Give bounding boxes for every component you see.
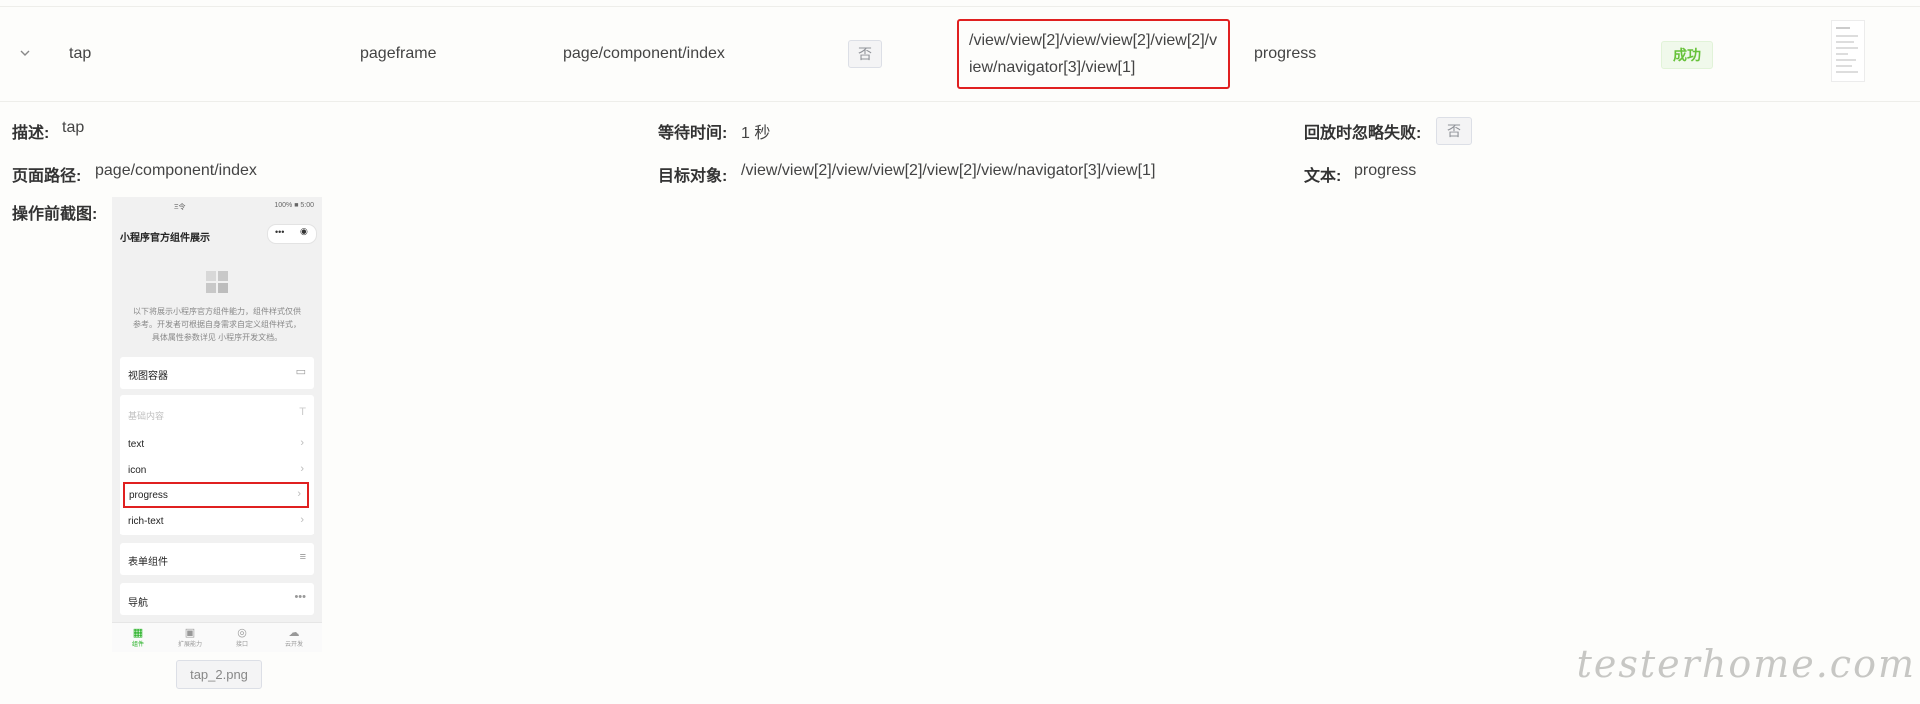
screenshot-label: 操作前截图: — [12, 206, 98, 223]
chevron-right-icon: › — [300, 514, 304, 526]
chevron-down-icon[interactable] — [18, 46, 32, 60]
chevron-right-icon: › — [300, 463, 304, 475]
row-text: progress — [1254, 45, 1317, 62]
phone-status-right: 100% ■ 5:00 — [274, 202, 314, 209]
cloud-icon: ☁ — [288, 627, 300, 639]
dots-icon: ••• — [294, 591, 306, 603]
phone-capsule: ••• ◉ — [267, 224, 317, 244]
grid-icon: ▦ — [132, 627, 144, 639]
card-nav-label: 导航 — [128, 598, 148, 609]
row-screenshot-thumbnail[interactable] — [1831, 20, 1865, 82]
phone-tab: ▣ 扩展能力 — [164, 627, 216, 648]
list-item: icon › — [120, 459, 314, 483]
list-item-label: icon — [128, 465, 147, 476]
page-path-value: page/component/index — [95, 162, 257, 179]
phone-tab: ▦ 组件 — [112, 627, 164, 648]
more-icon: ••• — [275, 227, 285, 237]
menu-lines-icon: ≡ — [299, 551, 306, 563]
target-value: /view/view[2]/view/view[2]/view[2]/view/… — [741, 162, 1156, 179]
close-icon: ◉ — [300, 226, 308, 236]
text-t-icon: T — [299, 406, 306, 418]
wait-time-label: 等待时间: — [658, 125, 728, 142]
component-logo-icon — [206, 271, 230, 295]
phone-tabbar: ▦ 组件 ▣ 扩展能力 ◎ 接口 ☁ 云开发 — [112, 622, 322, 652]
phone-tab-label: 组件 — [131, 642, 144, 648]
wait-time-value: 1 秒 — [741, 125, 771, 142]
screenshot-image[interactable]: Ξ令 100% ■ 5:00 小程序官方组件展示 ••• ◉ 以下将展示小程序官… — [112, 197, 322, 652]
image-icon: ▭ — [295, 366, 306, 378]
card-basic-label: 基础内容 — [128, 411, 165, 421]
text-label: 文本: — [1304, 168, 1342, 185]
chevron-right-icon: › — [297, 488, 301, 500]
phone-status-left: Ξ令 — [174, 204, 186, 211]
list-item-label: rich-text — [128, 516, 164, 527]
card-view-container: 视图容器 ▭ — [120, 357, 314, 389]
card-nav: 导航 ••• — [120, 583, 314, 615]
list-item-highlighted: progress › — [123, 482, 309, 508]
list-item-label: text — [128, 439, 145, 450]
card-form-label: 表单组件 — [128, 557, 168, 568]
list-item: text › — [120, 433, 314, 457]
row-frame: pageframe — [360, 45, 437, 62]
desc-value: tap — [62, 119, 85, 136]
phone-tab-label: 云开发 — [284, 642, 303, 648]
ignore-fail-badge: 否 — [1436, 117, 1472, 145]
page-path-label: 页面路径: — [12, 168, 82, 185]
text-value: progress — [1354, 162, 1417, 179]
watermark: testerhome.com — [1576, 642, 1916, 686]
phone-page-title: 小程序官方组件展示 — [120, 233, 210, 244]
phone-tab: ☁ 云开发 — [268, 627, 320, 648]
target-label: 目标对象: — [658, 168, 728, 185]
desc-label: 描述: — [12, 125, 50, 142]
api-icon: ◎ — [237, 627, 247, 639]
phone-description: 以下将展示小程序官方组件能力，组件样式仅供参考。开发者可根据自身需求自定义组件样… — [133, 307, 301, 342]
chevron-right-icon: › — [300, 437, 304, 449]
row-ignore-badge: 否 — [848, 40, 882, 68]
phone-tab-label: 扩展能力 — [177, 642, 202, 648]
grid-outline-icon: ▣ — [184, 627, 196, 639]
status-badge: 成功 — [1661, 41, 1713, 69]
phone-tab-label: 接口 — [235, 642, 248, 648]
card-form: 表单组件 ≡ — [120, 543, 314, 575]
phone-tab: ◎ 接口 — [216, 627, 268, 648]
list-item-label: progress — [129, 490, 168, 501]
row-page-path: page/component/index — [563, 45, 725, 62]
ignore-fail-label: 回放时忽略失败: — [1304, 125, 1422, 142]
list-item: rich-text › — [120, 510, 314, 534]
row-target-highlight: /view/view[2]/view/view[2]/view[2]/view/… — [957, 19, 1230, 89]
screenshot-filename: tap_2.png — [176, 660, 262, 689]
phone-status-bar: Ξ令 100% ■ 5:00 — [112, 197, 322, 215]
row-action-name: tap — [69, 45, 92, 62]
card-view-label: 视图容器 — [128, 371, 168, 382]
